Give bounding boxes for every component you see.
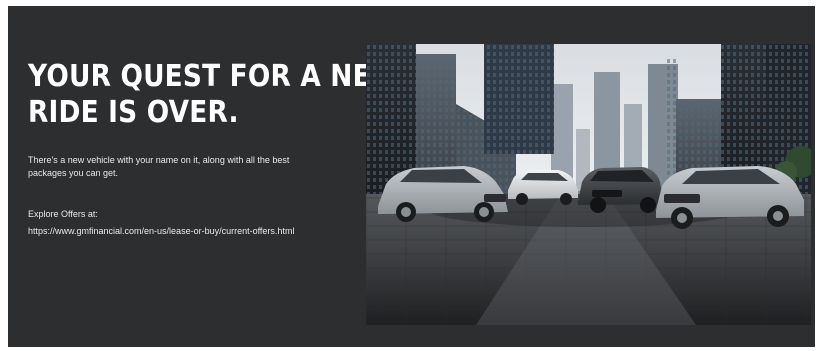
- explore-offers-link[interactable]: https://www.gmfinancial.com/en-us/lease-…: [28, 225, 294, 237]
- explore-offers-label: Explore Offers at:: [28, 209, 98, 219]
- subtext: There's a new vehicle with your name on …: [28, 154, 358, 180]
- offer-banner: YOUR QUEST FOR A NEW RIDE IS OVER. There…: [8, 6, 815, 347]
- subtext-line-2: packages you can get.: [28, 168, 119, 178]
- headline-line-1: YOUR QUEST FOR A NEW: [28, 59, 401, 94]
- city-street-with-four-suvs-photo: [366, 44, 811, 325]
- headline: YOUR QUEST FOR A NEW RIDE IS OVER.: [28, 59, 401, 131]
- headline-line-2: RIDE IS OVER.: [28, 95, 239, 130]
- hero-photo: [366, 44, 811, 325]
- subtext-line-1: There's a new vehicle with your name on …: [28, 155, 290, 165]
